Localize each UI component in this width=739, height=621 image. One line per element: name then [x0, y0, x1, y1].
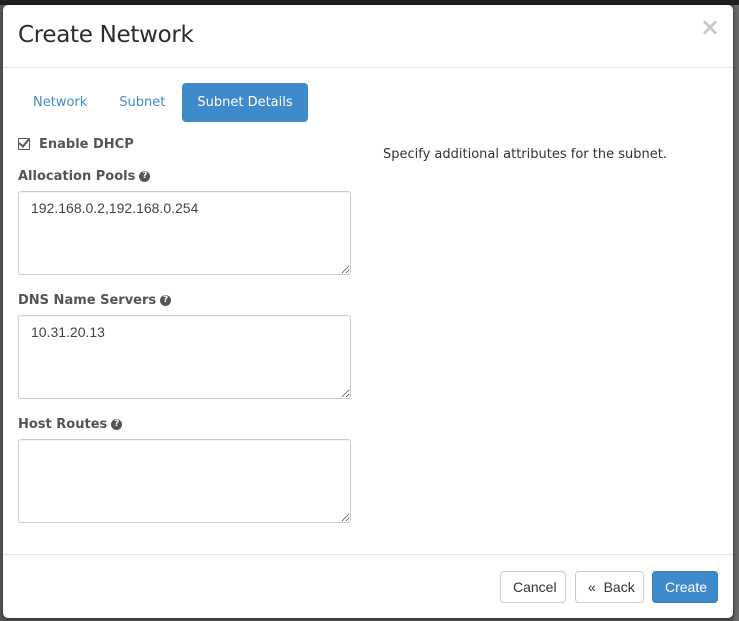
question-circle-icon[interactable]: ?: [160, 295, 172, 306]
tab-subnet[interactable]: Subnet: [104, 83, 180, 122]
create-network-dialog: Create Network × Network Subnet Subnet D…: [3, 5, 733, 618]
dns-name-servers-label: DNS Name Servers ?: [18, 293, 172, 308]
dns-name-servers-label-text: DNS Name Servers: [18, 293, 157, 308]
tab-network[interactable]: Network: [18, 83, 102, 122]
tab-subnet-details[interactable]: Subnet Details: [182, 83, 308, 122]
dialog-title: Create Network: [18, 22, 194, 48]
close-icon: ×: [700, 13, 721, 41]
dialog-header: Create Network ×: [3, 5, 733, 68]
dialog-footer: Cancel « Back Create: [3, 554, 733, 619]
enable-dhcp-row: Enable DHCP: [18, 135, 134, 153]
allocation-pools-textarea[interactable]: 192.168.0.2,192.168.0.254: [18, 191, 351, 275]
enable-dhcp-label[interactable]: Enable DHCP: [39, 137, 134, 152]
host-routes-label-text: Host Routes: [18, 417, 108, 432]
question-circle-icon[interactable]: ?: [111, 419, 123, 430]
create-button[interactable]: Create: [652, 571, 718, 603]
close-button[interactable]: ×: [700, 15, 720, 39]
cancel-button[interactable]: Cancel: [500, 571, 566, 603]
host-routes-textarea[interactable]: [18, 439, 351, 523]
enable-dhcp-checkbox[interactable]: [18, 138, 30, 150]
wizard-tabs: Network Subnet Subnet Details: [18, 83, 310, 122]
question-circle-icon[interactable]: ?: [139, 171, 151, 182]
allocation-pools-label: Allocation Pools ?: [18, 169, 151, 184]
help-text: Specify additional attributes for the su…: [383, 147, 667, 162]
back-button[interactable]: « Back: [575, 571, 644, 603]
dns-name-servers-textarea[interactable]: 10.31.20.13: [18, 315, 351, 399]
allocation-pools-label-text: Allocation Pools: [18, 169, 136, 184]
background-page-strip: [734, 5, 739, 621]
host-routes-label: Host Routes ?: [18, 417, 123, 432]
